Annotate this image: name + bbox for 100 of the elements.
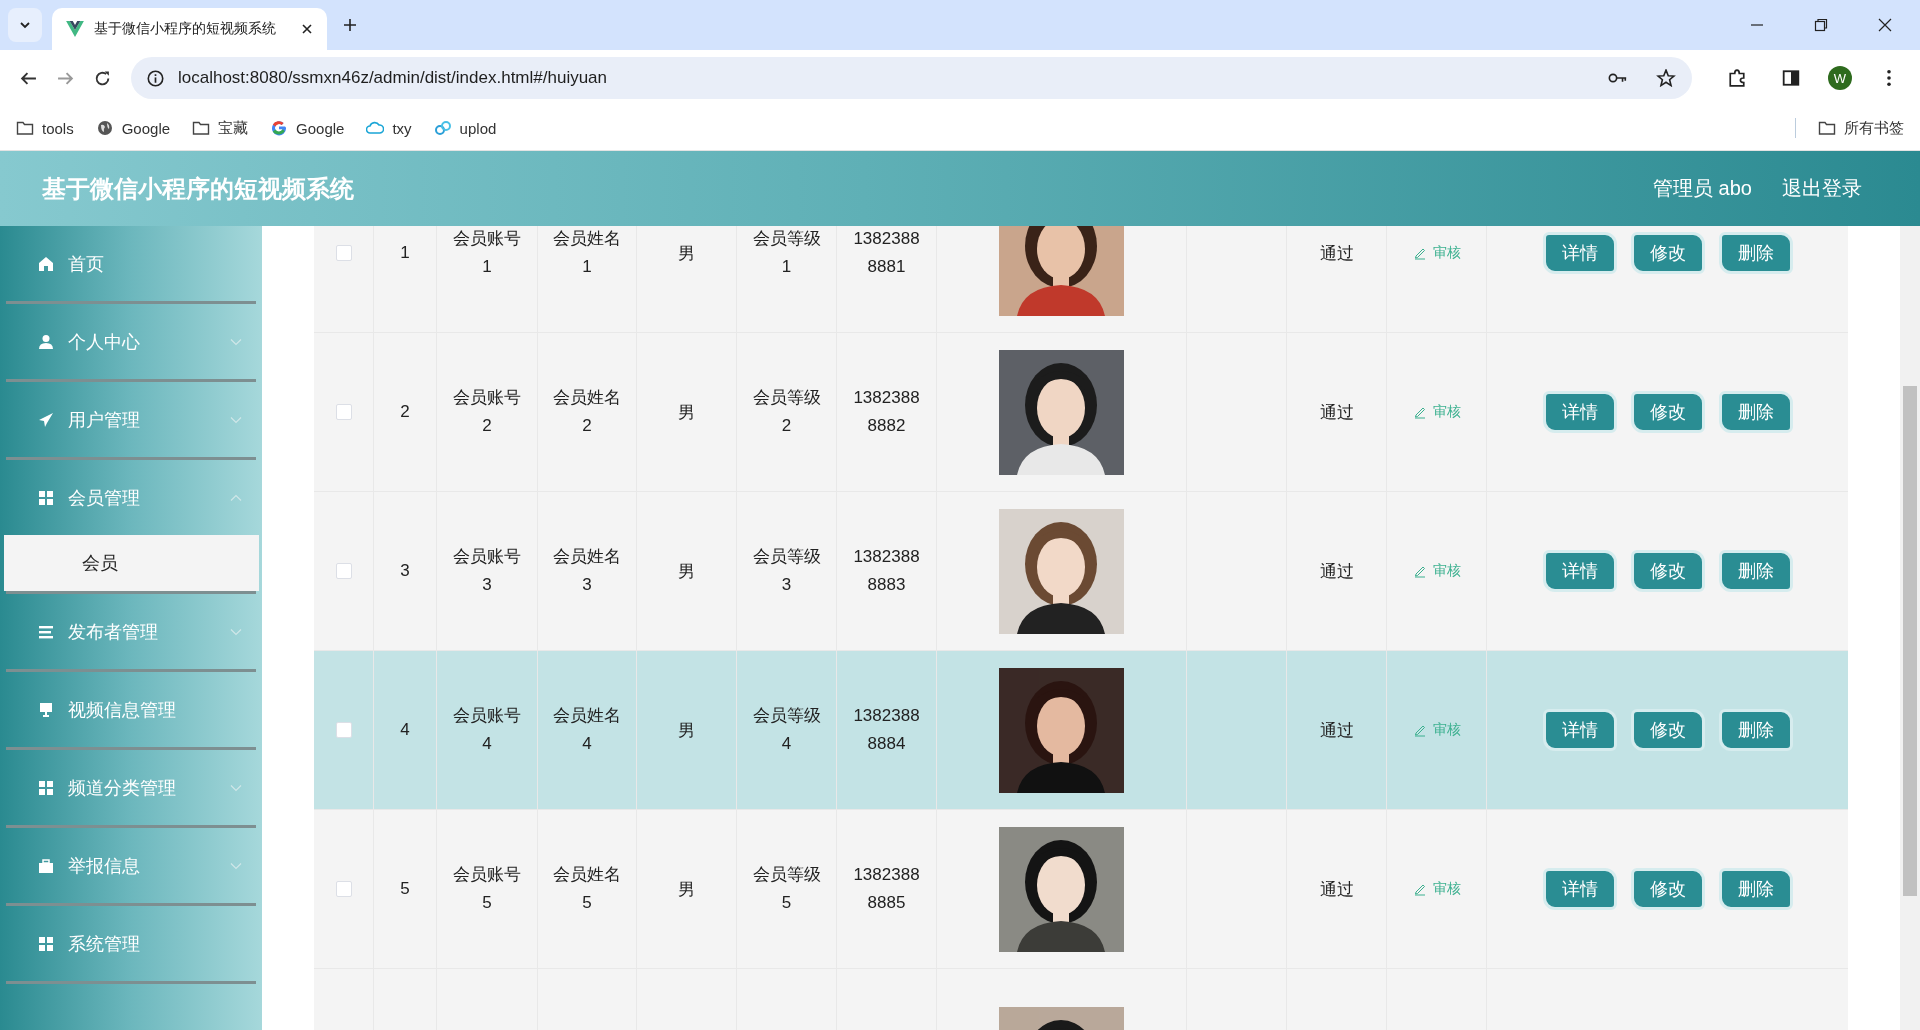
row-checkbox[interactable] bbox=[335, 722, 352, 738]
table-cell-text: 通过 bbox=[1319, 242, 1354, 265]
audit-link[interactable]: 审核 bbox=[1412, 721, 1461, 739]
folder-icon bbox=[192, 120, 211, 136]
grid-icon bbox=[38, 935, 54, 952]
table-cell-text: 会员姓名3 bbox=[552, 546, 622, 596]
table-cell: 4 bbox=[400, 720, 410, 740]
submenu-item[interactable]: 会员 bbox=[4, 535, 259, 591]
action-button[interactable]: 删除 bbox=[1718, 391, 1793, 433]
side-panel-icon[interactable] bbox=[1782, 69, 1800, 87]
v-logo-icon bbox=[66, 21, 84, 37]
row-checkbox[interactable] bbox=[335, 404, 352, 420]
audit-link[interactable]: 审核 bbox=[1412, 880, 1461, 898]
admin-name: 管理员 abo bbox=[1653, 176, 1752, 201]
audit-link[interactable]: 审核 bbox=[1412, 562, 1461, 580]
caret-icon bbox=[19, 19, 31, 31]
table-cell-text: 13823888883 bbox=[852, 546, 921, 596]
paper-plane-icon bbox=[38, 411, 54, 428]
bookmark-link[interactable]: 宝藏 bbox=[192, 118, 249, 138]
table-cell-text: 通过 bbox=[1319, 401, 1354, 424]
home-icon bbox=[38, 255, 54, 272]
action-button[interactable]: 修改 bbox=[1630, 391, 1705, 433]
action-button[interactable]: 删除 bbox=[1718, 709, 1793, 751]
star-icon[interactable] bbox=[1656, 69, 1676, 87]
menu-item[interactable]: 发布者管理 bbox=[0, 594, 262, 669]
list-icon bbox=[38, 623, 54, 640]
table-cell-text: 通过 bbox=[1319, 878, 1354, 901]
table-cell-text: 会员账号4 bbox=[452, 705, 522, 755]
action-button[interactable]: 详情 bbox=[1542, 391, 1617, 433]
action-button[interactable]: 删除 bbox=[1718, 232, 1793, 274]
menu-item[interactable]: 会员管理 bbox=[0, 460, 262, 535]
action-button[interactable]: 修改 bbox=[1630, 868, 1705, 910]
table-cell-text: 13823888882 bbox=[852, 387, 921, 437]
action-button[interactable]: 详情 bbox=[1542, 232, 1617, 274]
table-cell-text: 会员账号2 bbox=[452, 387, 522, 437]
menu-item[interactable]: 视频信息管理 bbox=[0, 672, 262, 747]
cloud-icon bbox=[366, 120, 385, 136]
bookmark-link[interactable]: Google bbox=[95, 119, 171, 137]
table-cell-text: 通过 bbox=[1319, 560, 1354, 583]
bookmark-link[interactable]: Google bbox=[270, 119, 345, 137]
new-tab-icon[interactable] bbox=[343, 18, 357, 32]
action-button[interactable]: 修改 bbox=[1630, 550, 1705, 592]
app-title: 基于微信小程序的短视频系统 bbox=[42, 173, 354, 204]
scrollbar[interactable] bbox=[1900, 226, 1920, 1030]
restore-icon[interactable] bbox=[1814, 18, 1828, 32]
row-checkbox[interactable] bbox=[335, 245, 352, 261]
logout-link[interactable]: 退出登录 bbox=[1782, 175, 1862, 202]
pen-icon bbox=[1412, 246, 1427, 260]
action-button[interactable]: 修改 bbox=[1630, 709, 1705, 751]
close-icon[interactable] bbox=[301, 23, 313, 35]
profile-avatar[interactable]: W bbox=[1828, 66, 1852, 90]
action-button[interactable]: 删除 bbox=[1718, 868, 1793, 910]
menu-item[interactable]: 频道分类管理 bbox=[0, 750, 262, 825]
table-cell-text: 会员等级5 bbox=[751, 864, 822, 914]
table-cell-text: 会员账号1 bbox=[452, 228, 522, 278]
table-cell-text: 会员等级2 bbox=[751, 387, 822, 437]
table-cell: 2 bbox=[400, 402, 410, 422]
menu-item[interactable]: 用户管理 bbox=[0, 382, 262, 457]
reload-icon[interactable] bbox=[94, 69, 111, 87]
table-cell: 5 bbox=[400, 879, 410, 899]
link-icon bbox=[433, 120, 452, 136]
menu-item[interactable]: 首页 bbox=[0, 226, 262, 301]
table-cell-text: 13823888881 bbox=[852, 228, 921, 278]
puzzle-icon[interactable] bbox=[1728, 69, 1746, 87]
table-cell-text: 会员姓名4 bbox=[552, 705, 622, 755]
tab-search-button[interactable] bbox=[8, 8, 42, 42]
info-icon[interactable] bbox=[147, 69, 164, 87]
table-cell-text: 会员等级1 bbox=[751, 228, 822, 278]
table-cell-text: 会员账号5 bbox=[452, 864, 522, 914]
table-cell-text: 男 bbox=[678, 719, 695, 742]
pen-icon bbox=[1412, 882, 1427, 896]
table-cell-text: 男 bbox=[678, 560, 695, 583]
row-checkbox[interactable] bbox=[335, 881, 352, 897]
menu-item[interactable]: 举报信息 bbox=[0, 828, 262, 903]
row-checkbox[interactable] bbox=[335, 563, 352, 579]
google-g-icon bbox=[270, 120, 289, 136]
pen-icon bbox=[1412, 564, 1427, 578]
table-cell-text: 13823888884 bbox=[852, 705, 921, 755]
action-button[interactable]: 详情 bbox=[1542, 709, 1617, 751]
table-cell: 1 bbox=[400, 243, 410, 263]
action-button[interactable]: 详情 bbox=[1542, 550, 1617, 592]
table-cell-text: 会员姓名1 bbox=[552, 228, 622, 278]
monitor-icon bbox=[38, 701, 54, 718]
menu-item[interactable]: 系统管理 bbox=[0, 906, 262, 981]
address-field[interactable]: localhost:8080/ssmxn46z/admin/dist/index.html#/huiyuan bbox=[131, 57, 1692, 99]
menu-item[interactable]: 个人中心 bbox=[0, 304, 262, 379]
bookmark-link[interactable]: tools bbox=[16, 119, 74, 137]
action-button[interactable]: 修改 bbox=[1630, 232, 1705, 274]
action-button[interactable]: 删除 bbox=[1718, 550, 1793, 592]
bookmark-link[interactable]: txy bbox=[366, 119, 412, 137]
audit-link[interactable]: 审核 bbox=[1412, 244, 1461, 262]
browser-tab[interactable]: 基于微信小程序的短视频系统 bbox=[52, 8, 327, 50]
audit-link[interactable]: 审核 bbox=[1412, 403, 1461, 421]
bookmark-link[interactable]: uplod bbox=[433, 119, 497, 137]
tab-title: 基于微信小程序的短视频系统 bbox=[94, 20, 277, 38]
close-icon[interactable] bbox=[1878, 18, 1892, 32]
all-bookmarks-link[interactable]: 所有书签 bbox=[1818, 118, 1904, 138]
pen-icon bbox=[1412, 405, 1427, 419]
action-button[interactable]: 详情 bbox=[1542, 868, 1617, 910]
globe-icon bbox=[95, 120, 114, 136]
